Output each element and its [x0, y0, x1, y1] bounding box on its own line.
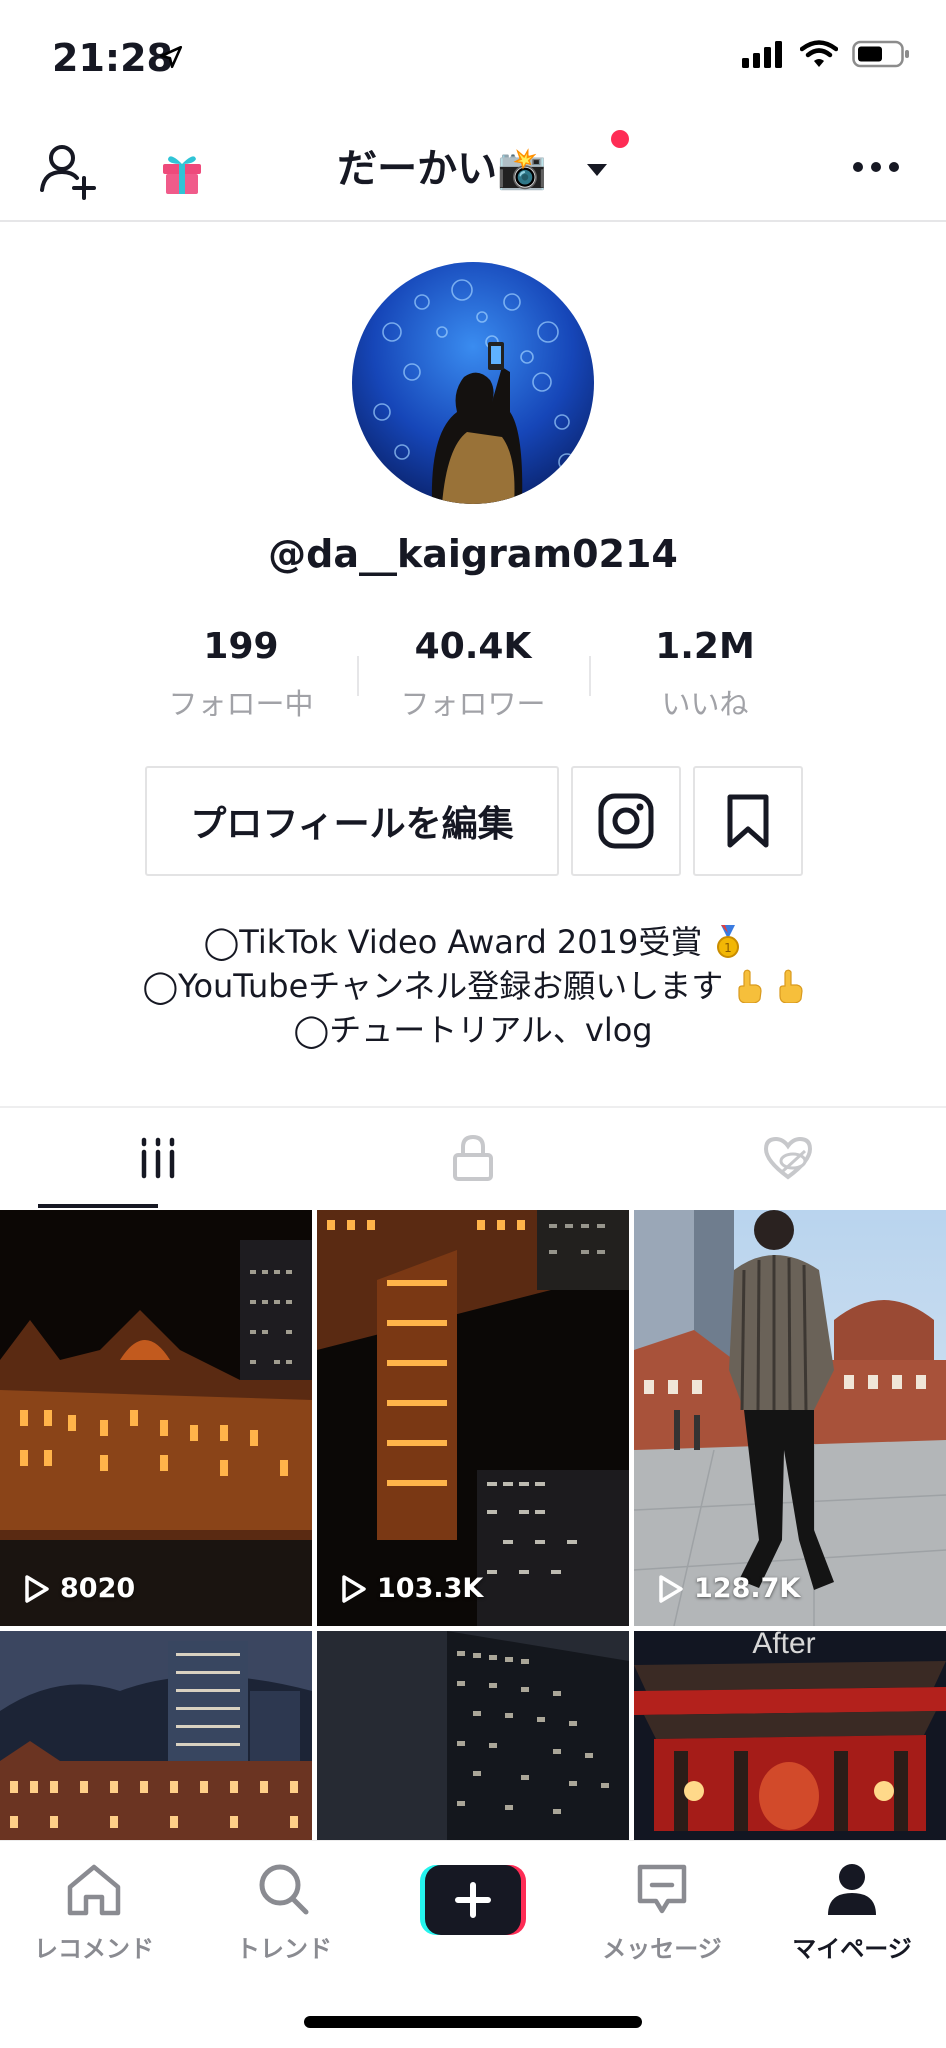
home-icon: [67, 1864, 121, 1916]
tab-videos[interactable]: [0, 1108, 315, 1208]
video-grid: 8020 103.3K 128.7K After: [0, 1210, 946, 1840]
play-icon: [25, 1574, 49, 1603]
video-thumbnail[interactable]: 128.7K: [634, 1210, 946, 1626]
page-title: だーかい📸: [337, 146, 547, 192]
profile-header: だーかい📸: [0, 120, 946, 222]
profile-stats: 199 フォロー中 40.4K フォロワー 1.2M いいね: [125, 620, 821, 730]
instagram-button[interactable]: [571, 766, 681, 876]
pointing-hand-icon: [738, 969, 763, 1003]
username-handle: @da__kaigram0214: [268, 532, 678, 576]
bio-line: ◯チュートリアル、vlog: [293, 1011, 653, 1049]
create-button[interactable]: [420, 1865, 526, 1935]
grid-icon: [141, 1137, 174, 1179]
view-count: 8020: [24, 1573, 135, 1604]
instagram-icon: [598, 793, 654, 849]
notification-dot: [610, 130, 629, 148]
play-icon: [659, 1574, 683, 1603]
profile-actions: プロフィールを編集: [145, 766, 803, 876]
view-count: 103.3K: [341, 1573, 483, 1604]
likes-count: 1.2M: [655, 626, 755, 667]
location-arrow-icon: [158, 44, 184, 74]
more-options-button[interactable]: [852, 158, 900, 177]
pointing-hand-icon: [779, 969, 803, 1003]
svg-text:1: 1: [724, 941, 732, 955]
hidden-heart-icon: [764, 1136, 813, 1180]
likes-label: いいね: [661, 687, 749, 721]
nav-inbox[interactable]: メッセージ: [582, 1861, 742, 1964]
followers-stat[interactable]: 40.4K フォロワー: [357, 620, 589, 730]
medal-icon: 1: [716, 925, 739, 958]
video-thumbnail[interactable]: [0, 1631, 312, 1840]
search-icon: [259, 1864, 309, 1915]
nav-profile[interactable]: マイページ: [772, 1861, 932, 1964]
profile-bio: ◯TikTok Video Award 2019受賞 1 ◯YouTubeチャン…: [0, 920, 946, 1052]
view-count: 128.7K: [658, 1573, 800, 1604]
tab-liked[interactable]: [631, 1108, 946, 1208]
caret-down-icon: [586, 164, 607, 176]
bio-line: ◯TikTok Video Award 2019受賞 1: [0, 920, 946, 964]
following-label: フォロー中: [168, 687, 314, 721]
followers-label: フォロワー: [400, 687, 546, 721]
status-icons: [742, 40, 910, 68]
bio-line: ◯YouTubeチャンネル登録お願いします: [0, 964, 946, 1008]
tab-private[interactable]: [315, 1108, 630, 1208]
profile-tabs: [0, 1108, 946, 1208]
status-bar: 21:28: [0, 0, 946, 120]
home-indicator: [304, 2016, 642, 2028]
lock-icon: [452, 1134, 493, 1181]
status-time: 21:28: [52, 36, 173, 80]
signal-icon: [742, 41, 782, 68]
likes-stat[interactable]: 1.2M いいね: [589, 620, 821, 730]
video-thumbnail[interactable]: 103.3K: [317, 1210, 629, 1626]
favorites-button[interactable]: [693, 766, 803, 876]
nav-discover[interactable]: トレンド: [204, 1861, 364, 1964]
following-stat[interactable]: 199 フォロー中: [125, 620, 357, 730]
following-count: 199: [203, 626, 279, 667]
message-icon: [637, 1864, 687, 1914]
profile-icon: [828, 1864, 876, 1915]
video-thumbnail[interactable]: After: [634, 1631, 946, 1840]
followers-count: 40.4K: [414, 626, 532, 667]
header-title-area[interactable]: だーかい📸: [0, 130, 946, 194]
play-icon: [342, 1574, 366, 1603]
bookmark-icon: [727, 794, 769, 848]
video-thumbnail[interactable]: 8020: [0, 1210, 312, 1626]
bottom-nav: レコメンド トレンド メッセージ マイページ: [0, 1840, 946, 2048]
account-switcher[interactable]: [585, 130, 629, 188]
video-thumbnail[interactable]: [317, 1631, 629, 1840]
avatar[interactable]: [352, 262, 594, 504]
more-dots-icon: [853, 162, 899, 172]
nav-home[interactable]: レコメンド: [14, 1861, 174, 1964]
wifi-icon: [800, 40, 838, 67]
plus-icon: [420, 1865, 526, 1935]
battery-icon: [852, 40, 909, 68]
edit-profile-button[interactable]: プロフィールを編集: [145, 766, 559, 876]
after-label: After: [752, 1631, 815, 1660]
